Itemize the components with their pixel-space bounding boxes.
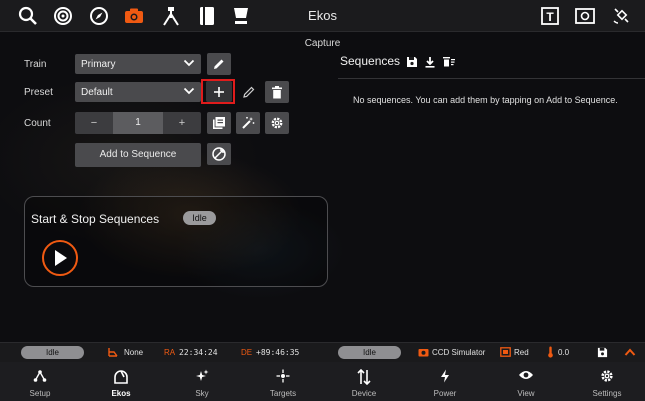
preset-label: Preset <box>24 87 53 98</box>
preset-select[interactable]: Default <box>75 82 201 102</box>
save-icon[interactable] <box>597 347 608 360</box>
nav-power[interactable]: Power <box>405 362 485 401</box>
train-select[interactable]: Primary <box>75 54 201 74</box>
pencil-icon <box>214 59 224 69</box>
nav-label: Targets <box>269 389 297 398</box>
edit-train-button[interactable] <box>207 53 231 75</box>
nav-label: Settings <box>592 389 622 398</box>
sequence-control-panel: Start & Stop Sequences Idle <box>24 196 328 287</box>
add-to-sequence-button[interactable]: Add to Sequence <box>75 143 201 167</box>
magic-wand-button[interactable] <box>236 112 260 134</box>
library-button[interactable] <box>207 112 231 134</box>
observatory-icon <box>81 369 161 384</box>
settings-button[interactable] <box>265 112 289 134</box>
save-icon[interactable] <box>406 55 418 73</box>
sequences-actions <box>406 55 456 73</box>
camera-status-badge: Idle <box>338 346 401 359</box>
de-value: +89:46:35 <box>256 348 300 357</box>
play-icon <box>55 250 67 266</box>
filter-icon <box>500 347 511 359</box>
book-icon[interactable] <box>196 5 218 27</box>
park-icon <box>108 347 118 359</box>
chevron-down-icon <box>183 58 195 71</box>
download-icon[interactable] <box>424 55 436 73</box>
train-select-value: Primary <box>81 59 116 70</box>
gear-icon <box>271 117 283 129</box>
thermometer-icon <box>547 346 554 360</box>
sequences-title: Sequences <box>340 54 401 68</box>
gear-icon <box>567 369 645 383</box>
bottom-navigation: Setup Ekos Sky Targets Device Power View… <box>0 362 645 401</box>
search-icon[interactable] <box>17 5 39 27</box>
loop-button[interactable] <box>207 143 231 165</box>
top-toolbar: Ekos T <box>0 0 645 32</box>
chevron-down-icon <box>183 86 195 99</box>
count-increment-button[interactable]: + <box>163 112 201 134</box>
rotate-icon <box>212 147 226 161</box>
ra-label: RA <box>164 348 176 357</box>
sequences-empty-message: No sequences. You can add them by tappin… <box>353 95 618 105</box>
camera-name: CCD Simulator <box>432 348 486 357</box>
clear-list-icon[interactable] <box>442 55 456 73</box>
mount-status-badge: Idle <box>21 346 84 359</box>
nav-settings[interactable]: Settings <box>567 362 645 401</box>
svg-text:T: T <box>546 10 554 24</box>
count-stepper: − 1 + <box>75 112 201 134</box>
sparkle-icon <box>162 369 242 383</box>
star-target-icon <box>243 369 323 383</box>
library-icon <box>213 117 225 129</box>
train-label: Train <box>24 59 47 70</box>
edit-preset-button[interactable] <box>237 81 261 103</box>
temperature-value: 0.0 <box>558 348 570 357</box>
delete-preset-button[interactable] <box>265 81 289 103</box>
sequence-control-title: Start & Stop Sequences <box>31 212 160 226</box>
focus-icon[interactable] <box>230 5 252 27</box>
filter-name: Red <box>514 348 529 357</box>
nav-label: Setup <box>29 389 51 398</box>
target-icon[interactable] <box>52 5 74 27</box>
de-label: DE <box>241 348 253 357</box>
nav-ekos[interactable]: Ekos <box>81 362 161 401</box>
tripod-icon[interactable] <box>160 5 182 27</box>
satellite-icon[interactable] <box>610 5 632 27</box>
eye-icon <box>486 369 566 381</box>
divider <box>338 78 645 79</box>
photo-frame-icon[interactable] <box>574 5 596 27</box>
nav-label: Device <box>351 389 377 398</box>
highlight-box <box>201 79 235 104</box>
ra-value: 22:34:24 <box>179 348 218 357</box>
chevron-up-icon[interactable] <box>624 347 636 359</box>
nav-label: Ekos <box>111 389 131 398</box>
nav-view[interactable]: View <box>486 362 566 401</box>
count-decrement-button[interactable]: − <box>75 112 113 134</box>
preset-select-value: Default <box>81 87 113 98</box>
text-frame-icon[interactable]: T <box>539 5 561 27</box>
park-state: None <box>124 348 144 357</box>
status-badge: Idle <box>183 211 216 225</box>
nav-targets[interactable]: Targets <box>243 362 323 401</box>
play-button[interactable] <box>42 240 78 276</box>
nav-setup[interactable]: Setup <box>0 362 80 401</box>
ekos-app: Ekos T Capture Train Primary Preset Defa… <box>0 0 645 401</box>
nav-label: View <box>517 389 535 398</box>
pencil-icon <box>243 86 255 98</box>
nav-label: Sky <box>195 389 209 398</box>
status-bar: Idle None RA 22:34:24 DE +89:46:35 Idle … <box>0 342 645 362</box>
count-label: Count <box>24 118 51 129</box>
trash-icon <box>272 85 282 98</box>
module-title: Capture <box>304 38 341 49</box>
camera-icon[interactable] <box>123 5 145 27</box>
bolt-icon <box>405 369 485 383</box>
camera-icon <box>418 347 429 359</box>
nav-sky[interactable]: Sky <box>162 362 242 401</box>
nav-device[interactable]: Device <box>324 362 404 401</box>
updown-arrows-icon <box>324 369 404 385</box>
nav-label: Power <box>433 389 457 398</box>
magic-wand-icon <box>242 116 255 129</box>
network-icon <box>0 369 80 383</box>
compass-icon[interactable] <box>88 5 110 27</box>
count-value[interactable]: 1 <box>113 112 163 134</box>
